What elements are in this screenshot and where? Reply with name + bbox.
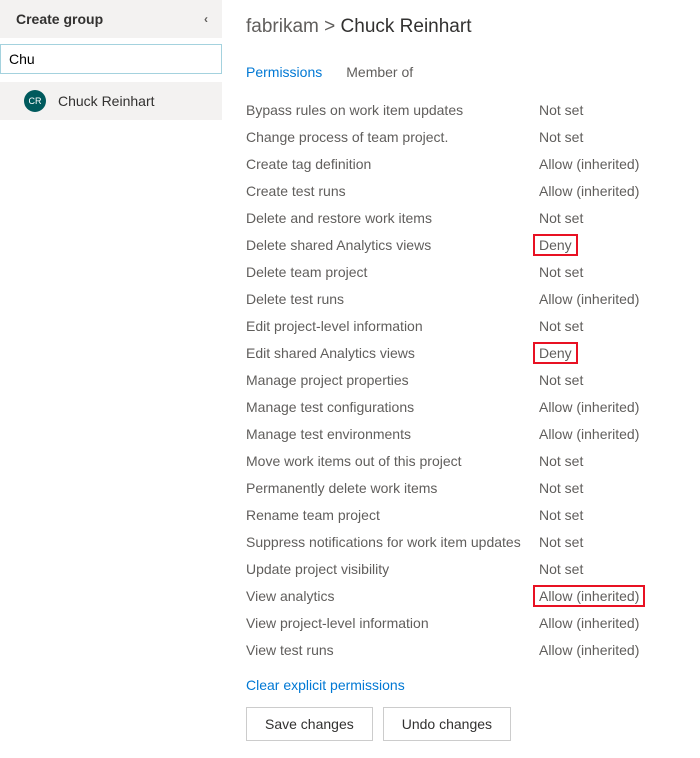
permission-row: Create test runsAllow (inherited) [246,177,700,204]
permission-row: Move work items out of this projectNot s… [246,447,700,474]
permission-label: View project-level information [246,615,539,631]
permission-value[interactable]: Not set [539,480,583,496]
create-group-label: Create group [16,11,103,27]
create-group-button[interactable]: Create group ‹ [0,0,222,38]
search-input[interactable] [0,44,222,74]
permission-row: Delete shared Analytics viewsDeny [246,231,700,258]
permission-row: View analyticsAllow (inherited) [246,582,700,609]
permission-value[interactable]: Deny [539,237,572,253]
permission-row: View project-level informationAllow (inh… [246,609,700,636]
permission-row: Edit project-level informationNot set [246,312,700,339]
permission-label: Rename team project [246,507,539,523]
button-row: Save changes Undo changes [246,707,700,741]
permission-label: Move work items out of this project [246,453,539,469]
permission-label: Bypass rules on work item updates [246,102,539,118]
permission-value[interactable]: Allow (inherited) [539,642,639,658]
permission-label: Edit shared Analytics views [246,345,539,361]
breadcrumb: fabrikam > Chuck Reinhart [246,16,700,38]
permission-value[interactable]: Allow (inherited) [539,426,639,442]
permission-value[interactable]: Not set [539,534,583,550]
clear-permissions-link[interactable]: Clear explicit permissions [246,677,700,693]
permission-value[interactable]: Not set [539,210,583,226]
permission-label: Suppress notifications for work item upd… [246,534,539,550]
permission-row: Change process of team project.Not set [246,123,700,150]
permission-label: Manage test configurations [246,399,539,415]
user-name: Chuck Reinhart [58,93,155,109]
permission-row: Manage test environmentsAllow (inherited… [246,420,700,447]
permission-value[interactable]: Not set [539,264,583,280]
permission-row: Suppress notifications for work item upd… [246,528,700,555]
permission-value[interactable]: Not set [539,102,583,118]
permission-row: Delete team projectNot set [246,258,700,285]
save-button[interactable]: Save changes [246,707,373,741]
permission-value[interactable]: Deny [539,345,572,361]
permission-label: Manage project properties [246,372,539,388]
permission-row: Bypass rules on work item updatesNot set [246,96,700,123]
permission-value[interactable]: Not set [539,372,583,388]
permission-value[interactable]: Allow (inherited) [539,291,639,307]
avatar: CR [24,90,46,112]
permission-label: Create test runs [246,183,539,199]
permission-row: Delete test runsAllow (inherited) [246,285,700,312]
permission-value[interactable]: Not set [539,507,583,523]
undo-button[interactable]: Undo changes [383,707,511,741]
permission-row: Manage project propertiesNot set [246,366,700,393]
tabs: Permissions Member of [246,64,700,80]
permission-label: Change process of team project. [246,129,539,145]
permission-value[interactable]: Allow (inherited) [539,183,639,199]
permission-label: View test runs [246,642,539,658]
permission-row: Manage test configurationsAllow (inherit… [246,393,700,420]
permission-label: View analytics [246,588,539,604]
tab-member-of[interactable]: Member of [346,64,413,80]
permission-row: View test runsAllow (inherited) [246,636,700,663]
permission-row: Permanently delete work itemsNot set [246,474,700,501]
permission-label: Edit project-level information [246,318,539,334]
permission-label: Update project visibility [246,561,539,577]
permission-row: Update project visibilityNot set [246,555,700,582]
permission-row: Rename team projectNot set [246,501,700,528]
permission-label: Delete team project [246,264,539,280]
permission-row: Delete and restore work itemsNot set [246,204,700,231]
permission-value[interactable]: Not set [539,318,583,334]
breadcrumb-current: Chuck Reinhart [341,16,472,37]
permissions-list: Bypass rules on work item updatesNot set… [246,96,700,663]
permission-value[interactable]: Not set [539,453,583,469]
permission-value[interactable]: Not set [539,129,583,145]
permission-label: Create tag definition [246,156,539,172]
chevron-left-icon[interactable]: ‹ [198,12,214,26]
permission-value[interactable]: Allow (inherited) [539,399,639,415]
permission-row: Edit shared Analytics viewsDeny [246,339,700,366]
permission-value[interactable]: Not set [539,561,583,577]
left-panel: Create group ‹ CR Chuck Reinhart [0,0,222,758]
permission-label: Delete shared Analytics views [246,237,539,253]
breadcrumb-parent[interactable]: fabrikam [246,16,319,37]
user-list-item[interactable]: CR Chuck Reinhart [0,82,222,120]
permission-label: Delete and restore work items [246,210,539,226]
permission-value[interactable]: Allow (inherited) [539,615,639,631]
breadcrumb-separator: > [324,16,335,37]
permission-value[interactable]: Allow (inherited) [539,156,639,172]
tab-permissions[interactable]: Permissions [246,64,322,80]
permission-label: Manage test environments [246,426,539,442]
permission-row: Create tag definitionAllow (inherited) [246,150,700,177]
right-panel: fabrikam > Chuck Reinhart Permissions Me… [222,0,700,758]
permission-label: Permanently delete work items [246,480,539,496]
permission-label: Delete test runs [246,291,539,307]
permission-value[interactable]: Allow (inherited) [539,588,639,604]
